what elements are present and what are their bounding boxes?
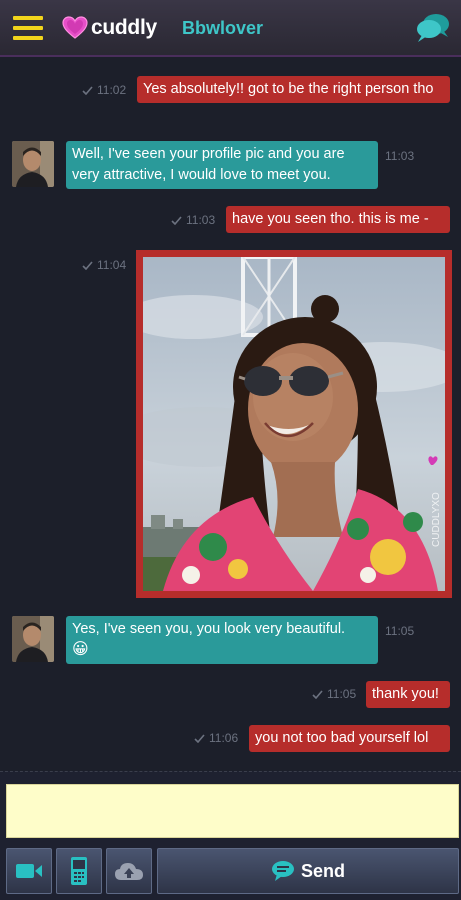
check-icon — [82, 260, 93, 270]
partner-name[interactable]: Bbwlover — [182, 18, 263, 39]
message-time: 11:04 — [82, 257, 126, 273]
app-header: cuddly Bbwlover — [0, 0, 461, 57]
avatar[interactable] — [12, 616, 54, 662]
check-icon — [312, 689, 323, 699]
avatar[interactable] — [12, 141, 54, 187]
person-avatar-icon — [12, 616, 54, 662]
message-time: 11:05 — [312, 686, 356, 702]
message-time: 11:06 — [194, 730, 238, 746]
message-time: 11:03 — [171, 212, 215, 228]
outgoing-message[interactable]: thank you! — [366, 681, 450, 708]
heart-icon — [62, 16, 88, 39]
check-icon — [82, 85, 93, 95]
message-composer: Send — [0, 771, 461, 900]
message-input[interactable] — [6, 784, 459, 838]
person-avatar-icon — [12, 141, 54, 187]
photo-message[interactable]: CUDDLYXO — [136, 250, 452, 598]
video-camera-icon — [16, 864, 42, 878]
logo-text: cuddly — [91, 16, 157, 39]
check-icon — [194, 733, 205, 743]
message-time: 11:02 — [82, 82, 126, 98]
upload-photo-button[interactable] — [106, 848, 152, 894]
mobile-phone-icon — [71, 857, 87, 885]
chat-bubbles-icon[interactable] — [415, 10, 451, 46]
chat-bubble-icon — [271, 861, 294, 881]
shared-photo[interactable]: CUDDLYXO — [143, 257, 445, 591]
outgoing-message[interactable]: you not too bad yourself lol — [249, 725, 450, 752]
cuddly-logo[interactable]: cuddly — [62, 13, 157, 43]
video-call-button[interactable] — [6, 848, 52, 894]
hamburger-icon[interactable] — [13, 16, 43, 40]
message-time: 11:03 — [385, 149, 415, 163]
check-icon — [171, 215, 182, 225]
outgoing-message[interactable]: Yes absolutely!! got to be the right per… — [137, 76, 450, 103]
send-label: Send — [300, 860, 345, 881]
message-text: Yes, I've seen you, you look very beauti… — [72, 621, 346, 637]
phone-button[interactable] — [56, 848, 102, 894]
outgoing-message[interactable]: have you seen tho. this is me - — [226, 206, 450, 233]
svg-text:CUDDLYXO: CUDDLYXO — [431, 492, 442, 547]
incoming-message[interactable]: Yes, I've seen you, you look very beauti… — [66, 616, 378, 664]
cloud-upload-icon — [115, 863, 143, 880]
incoming-message[interactable]: Well, I've seen your profile pic and you… — [66, 141, 378, 189]
photo-image: CUDDLYXO — [143, 257, 445, 591]
message-list[interactable]: 11:02 Yes absolutely!! got to be the rig… — [0, 59, 461, 771]
send-button[interactable]: Send — [157, 848, 459, 894]
message-time: 11:05 — [385, 624, 415, 638]
grin-emoji-icon: 😀 — [72, 641, 89, 658]
